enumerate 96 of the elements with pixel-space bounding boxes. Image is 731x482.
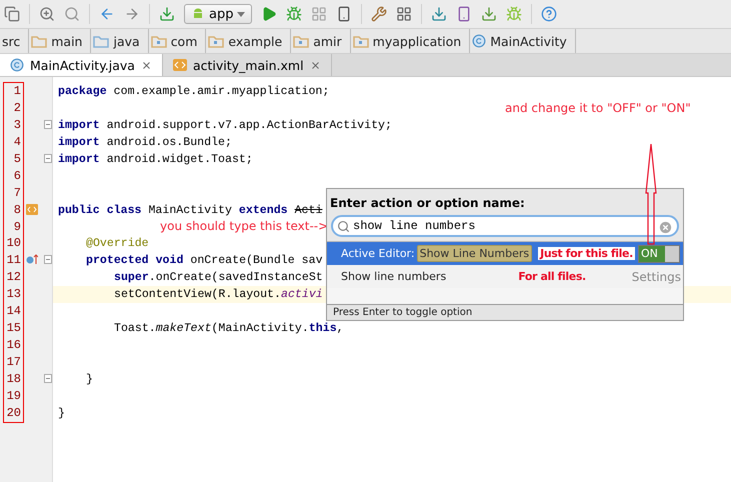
- code-line: }: [86, 372, 93, 386]
- annotation-text: and change it to "OFF" or "ON": [505, 101, 691, 115]
- line-number: 18: [6, 370, 22, 388]
- class-icon: [10, 58, 24, 72]
- editor-tab[interactable]: MainActivity.java: [0, 54, 163, 76]
- android-icon: [191, 7, 205, 21]
- layout-file-icon: [172, 59, 187, 71]
- code-line: package com.example.amir.myapplication;: [58, 84, 330, 98]
- breadcrumb-label: MainActivity: [490, 34, 567, 48]
- breadcrumb-label: example: [228, 34, 282, 48]
- breadcrumb-label: java: [113, 34, 140, 48]
- caret-icon: [237, 12, 246, 16]
- help-icon[interactable]: [541, 6, 558, 22]
- breadcrumb-label: amir: [313, 34, 342, 48]
- search-icon[interactable]: [64, 6, 80, 22]
- code-line: super.onCreate(savedInstanceSt: [114, 271, 323, 284]
- tablet-icon[interactable]: [456, 6, 472, 22]
- back-icon[interactable]: [99, 6, 115, 22]
- line-number: 1: [12, 83, 22, 100]
- result-hint: Settings: [632, 270, 682, 284]
- breadcrumb-item[interactable]: com: [148, 29, 206, 53]
- fold-icon[interactable]: [44, 255, 52, 264]
- breadcrumb-item[interactable]: amir: [291, 29, 351, 53]
- forward-icon[interactable]: [124, 6, 140, 22]
- code-line: Toast.makeText(MainActivity.this,: [114, 322, 344, 336]
- fold-icon[interactable]: [44, 374, 52, 383]
- line-number: 6: [12, 168, 22, 185]
- code-line: import android.widget.Toast;: [58, 152, 253, 166]
- line-number: 11: [6, 252, 22, 270]
- line-number: 8: [12, 202, 22, 218]
- code-line: }: [58, 406, 65, 420]
- line-number: 15: [6, 320, 22, 338]
- code-line: import android.support.v7.app.ActionBarActivity;: [58, 118, 392, 132]
- search-icon: [337, 220, 350, 233]
- breadcrumb-item[interactable]: main: [29, 29, 92, 53]
- search-field[interactable]: show line numbers: [331, 215, 679, 237]
- line-number: 10: [6, 235, 22, 252]
- line-number: 16: [6, 337, 22, 354]
- popup-title: Enter action or option name:: [329, 195, 526, 212]
- line-number: 20: [6, 404, 22, 422]
- line-number: 4: [12, 134, 22, 151]
- run-icon[interactable]: [261, 6, 278, 22]
- result-label: Show line numbers: [341, 270, 446, 283]
- line-number: 13: [6, 286, 22, 304]
- line-number: 5: [12, 150, 22, 168]
- folder-icon: [93, 34, 110, 48]
- run-config-dropdown[interactable]: app: [184, 4, 252, 24]
- breadcrumb-label: myapplication: [372, 34, 462, 48]
- fold-icon[interactable]: [44, 154, 52, 163]
- package-icon: [352, 34, 369, 48]
- line-number: 19: [6, 388, 22, 405]
- toggle-switch[interactable]: ON: [638, 244, 680, 262]
- tab-label: activity_main.xml: [192, 58, 304, 72]
- result-row[interactable]: Active Editor: Show Line Numbers Just for this file. ON: [327, 242, 683, 265]
- breadcrumb-item[interactable]: myapplication: [350, 29, 470, 53]
- breadcrumb-label: src: [2, 34, 20, 48]
- close-icon: [140, 60, 152, 70]
- copy-icon[interactable]: [4, 6, 20, 22]
- package-icon: [293, 34, 310, 48]
- code-line: @Override: [86, 237, 149, 250]
- line-number: 2: [12, 100, 22, 117]
- folder-icon: [31, 34, 48, 48]
- breadcrumb-item[interactable]: example: [206, 29, 292, 53]
- annotation-text: you should type this text-->: [160, 219, 328, 233]
- line-number: 9: [12, 218, 22, 236]
- match-highlight: Show Line Numbers: [416, 245, 532, 262]
- code-line: setContentView(R.layout.activi: [114, 288, 323, 302]
- popup-footer: Press Enter to toggle option: [327, 304, 683, 320]
- class-icon: [472, 34, 486, 48]
- line-number: 7: [12, 184, 22, 202]
- package-icon: [208, 34, 224, 48]
- breadcrumb-label: com: [170, 34, 198, 48]
- close-icon: [310, 60, 321, 70]
- breadcrumb-item[interactable]: src: [0, 29, 30, 53]
- annotation-text: Just for this file.: [538, 247, 635, 260]
- code-line: protected void onCreate(Bundle sav: [86, 254, 323, 268]
- tab-label: MainActivity.java: [30, 58, 135, 72]
- breadcrumb-label: main: [51, 34, 82, 48]
- zoom-icon[interactable]: [39, 6, 55, 22]
- breadcrumb-item[interactable]: MainActivity: [470, 29, 576, 53]
- download-icon[interactable]: [159, 6, 175, 22]
- line-number: 14: [6, 303, 22, 320]
- bug-icon[interactable]: [286, 6, 302, 22]
- grid-icon[interactable]: [311, 6, 328, 22]
- line-number: 3: [12, 116, 22, 134]
- annotation-text: For all files.: [518, 270, 586, 283]
- settings-icon[interactable]: [371, 6, 388, 22]
- line-number: 12: [6, 269, 22, 286]
- fold-icon[interactable]: [44, 120, 52, 129]
- package-icon: [150, 34, 167, 48]
- result-prefix: Active Editor:: [341, 247, 415, 260]
- line-number: 17: [6, 354, 22, 371]
- code-line: public class MainActivity extends Acti: [58, 204, 322, 217]
- phone-icon[interactable]: [336, 6, 352, 22]
- code-line: import android.os.Bundle;: [58, 136, 232, 149]
- breadcrumb-item[interactable]: java: [91, 29, 149, 53]
